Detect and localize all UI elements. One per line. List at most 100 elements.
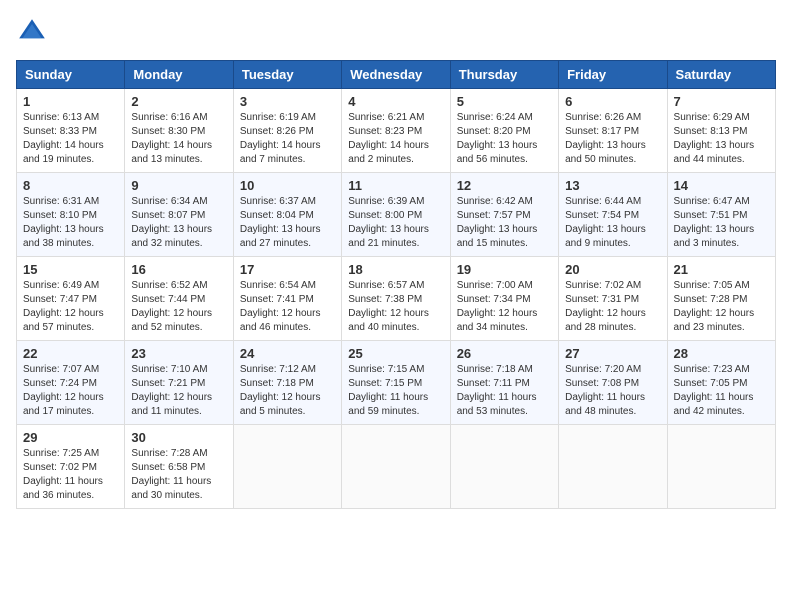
- calendar-cell: 4 Sunrise: 6:21 AM Sunset: 8:23 PM Dayli…: [342, 89, 450, 173]
- weekday-header: Saturday: [667, 61, 775, 89]
- day-info: Sunrise: 6:19 AM Sunset: 8:26 PM Dayligh…: [240, 111, 335, 167]
- calendar-week-row: 22 Sunrise: 7:07 AM Sunset: 7:24 PM Dayl…: [17, 341, 776, 425]
- weekday-header: Wednesday: [342, 61, 450, 89]
- day-info: Sunrise: 6:52 AM Sunset: 7:44 PM Dayligh…: [131, 279, 226, 335]
- day-number: 4: [348, 94, 443, 109]
- day-number: 7: [674, 94, 769, 109]
- day-number: 8: [23, 178, 118, 193]
- calendar-cell: [342, 425, 450, 509]
- day-number: 26: [457, 346, 552, 361]
- calendar-cell: 25 Sunrise: 7:15 AM Sunset: 7:15 PM Dayl…: [342, 341, 450, 425]
- day-number: 10: [240, 178, 335, 193]
- calendar-cell: 29 Sunrise: 7:25 AM Sunset: 7:02 PM Dayl…: [17, 425, 125, 509]
- day-number: 30: [131, 430, 226, 445]
- calendar-cell: 12 Sunrise: 6:42 AM Sunset: 7:57 PM Dayl…: [450, 173, 558, 257]
- calendar-cell: 5 Sunrise: 6:24 AM Sunset: 8:20 PM Dayli…: [450, 89, 558, 173]
- calendar-cell: 17 Sunrise: 6:54 AM Sunset: 7:41 PM Dayl…: [233, 257, 341, 341]
- day-number: 12: [457, 178, 552, 193]
- day-number: 16: [131, 262, 226, 277]
- day-info: Sunrise: 6:49 AM Sunset: 7:47 PM Dayligh…: [23, 279, 118, 335]
- day-info: Sunrise: 6:13 AM Sunset: 8:33 PM Dayligh…: [23, 111, 118, 167]
- calendar-cell: 11 Sunrise: 6:39 AM Sunset: 8:00 PM Dayl…: [342, 173, 450, 257]
- day-info: Sunrise: 7:07 AM Sunset: 7:24 PM Dayligh…: [23, 363, 118, 419]
- calendar-cell: 1 Sunrise: 6:13 AM Sunset: 8:33 PM Dayli…: [17, 89, 125, 173]
- calendar-cell: 9 Sunrise: 6:34 AM Sunset: 8:07 PM Dayli…: [125, 173, 233, 257]
- calendar-week-row: 1 Sunrise: 6:13 AM Sunset: 8:33 PM Dayli…: [17, 89, 776, 173]
- day-info: Sunrise: 6:39 AM Sunset: 8:00 PM Dayligh…: [348, 195, 443, 251]
- calendar-cell: 6 Sunrise: 6:26 AM Sunset: 8:17 PM Dayli…: [559, 89, 667, 173]
- day-number: 24: [240, 346, 335, 361]
- day-number: 21: [674, 262, 769, 277]
- day-number: 18: [348, 262, 443, 277]
- day-number: 20: [565, 262, 660, 277]
- day-number: 22: [23, 346, 118, 361]
- day-info: Sunrise: 7:28 AM Sunset: 6:58 PM Dayligh…: [131, 447, 226, 503]
- calendar-cell: 8 Sunrise: 6:31 AM Sunset: 8:10 PM Dayli…: [17, 173, 125, 257]
- day-info: Sunrise: 6:37 AM Sunset: 8:04 PM Dayligh…: [240, 195, 335, 251]
- day-number: 17: [240, 262, 335, 277]
- day-number: 25: [348, 346, 443, 361]
- calendar-cell: 18 Sunrise: 6:57 AM Sunset: 7:38 PM Dayl…: [342, 257, 450, 341]
- calendar-week-row: 29 Sunrise: 7:25 AM Sunset: 7:02 PM Dayl…: [17, 425, 776, 509]
- weekday-header: Sunday: [17, 61, 125, 89]
- calendar-cell: 24 Sunrise: 7:12 AM Sunset: 7:18 PM Dayl…: [233, 341, 341, 425]
- logo-icon: [16, 16, 48, 48]
- day-number: 5: [457, 94, 552, 109]
- calendar-cell: 26 Sunrise: 7:18 AM Sunset: 7:11 PM Dayl…: [450, 341, 558, 425]
- day-info: Sunrise: 7:18 AM Sunset: 7:11 PM Dayligh…: [457, 363, 552, 419]
- day-info: Sunrise: 7:20 AM Sunset: 7:08 PM Dayligh…: [565, 363, 660, 419]
- day-info: Sunrise: 7:02 AM Sunset: 7:31 PM Dayligh…: [565, 279, 660, 335]
- day-number: 1: [23, 94, 118, 109]
- calendar-cell: [667, 425, 775, 509]
- day-info: Sunrise: 7:12 AM Sunset: 7:18 PM Dayligh…: [240, 363, 335, 419]
- weekday-header: Monday: [125, 61, 233, 89]
- calendar-cell: [233, 425, 341, 509]
- day-info: Sunrise: 6:44 AM Sunset: 7:54 PM Dayligh…: [565, 195, 660, 251]
- day-info: Sunrise: 7:15 AM Sunset: 7:15 PM Dayligh…: [348, 363, 443, 419]
- day-info: Sunrise: 7:23 AM Sunset: 7:05 PM Dayligh…: [674, 363, 769, 419]
- day-info: Sunrise: 7:05 AM Sunset: 7:28 PM Dayligh…: [674, 279, 769, 335]
- day-number: 2: [131, 94, 226, 109]
- day-number: 23: [131, 346, 226, 361]
- day-info: Sunrise: 6:16 AM Sunset: 8:30 PM Dayligh…: [131, 111, 226, 167]
- weekday-header: Thursday: [450, 61, 558, 89]
- day-info: Sunrise: 6:47 AM Sunset: 7:51 PM Dayligh…: [674, 195, 769, 251]
- calendar-cell: 28 Sunrise: 7:23 AM Sunset: 7:05 PM Dayl…: [667, 341, 775, 425]
- calendar-cell: 21 Sunrise: 7:05 AM Sunset: 7:28 PM Dayl…: [667, 257, 775, 341]
- calendar-cell: 27 Sunrise: 7:20 AM Sunset: 7:08 PM Dayl…: [559, 341, 667, 425]
- weekday-header: Tuesday: [233, 61, 341, 89]
- day-number: 15: [23, 262, 118, 277]
- calendar-cell: 23 Sunrise: 7:10 AM Sunset: 7:21 PM Dayl…: [125, 341, 233, 425]
- day-info: Sunrise: 6:26 AM Sunset: 8:17 PM Dayligh…: [565, 111, 660, 167]
- calendar-cell: 15 Sunrise: 6:49 AM Sunset: 7:47 PM Dayl…: [17, 257, 125, 341]
- day-info: Sunrise: 6:34 AM Sunset: 8:07 PM Dayligh…: [131, 195, 226, 251]
- calendar-cell: 14 Sunrise: 6:47 AM Sunset: 7:51 PM Dayl…: [667, 173, 775, 257]
- calendar-cell: 7 Sunrise: 6:29 AM Sunset: 8:13 PM Dayli…: [667, 89, 775, 173]
- day-number: 27: [565, 346, 660, 361]
- day-number: 28: [674, 346, 769, 361]
- calendar-cell: 13 Sunrise: 6:44 AM Sunset: 7:54 PM Dayl…: [559, 173, 667, 257]
- day-number: 19: [457, 262, 552, 277]
- day-info: Sunrise: 7:25 AM Sunset: 7:02 PM Dayligh…: [23, 447, 118, 503]
- day-info: Sunrise: 6:42 AM Sunset: 7:57 PM Dayligh…: [457, 195, 552, 251]
- day-info: Sunrise: 7:10 AM Sunset: 7:21 PM Dayligh…: [131, 363, 226, 419]
- day-number: 14: [674, 178, 769, 193]
- day-number: 3: [240, 94, 335, 109]
- page-header: [16, 16, 776, 48]
- day-number: 6: [565, 94, 660, 109]
- calendar-cell: 20 Sunrise: 7:02 AM Sunset: 7:31 PM Dayl…: [559, 257, 667, 341]
- calendar-cell: 16 Sunrise: 6:52 AM Sunset: 7:44 PM Dayl…: [125, 257, 233, 341]
- calendar-cell: 10 Sunrise: 6:37 AM Sunset: 8:04 PM Dayl…: [233, 173, 341, 257]
- day-number: 13: [565, 178, 660, 193]
- day-number: 29: [23, 430, 118, 445]
- calendar-week-row: 15 Sunrise: 6:49 AM Sunset: 7:47 PM Dayl…: [17, 257, 776, 341]
- day-number: 11: [348, 178, 443, 193]
- calendar-cell: 30 Sunrise: 7:28 AM Sunset: 6:58 PM Dayl…: [125, 425, 233, 509]
- day-number: 9: [131, 178, 226, 193]
- calendar-header-row: SundayMondayTuesdayWednesdayThursdayFrid…: [17, 61, 776, 89]
- day-info: Sunrise: 6:57 AM Sunset: 7:38 PM Dayligh…: [348, 279, 443, 335]
- calendar-cell: 19 Sunrise: 7:00 AM Sunset: 7:34 PM Dayl…: [450, 257, 558, 341]
- day-info: Sunrise: 6:29 AM Sunset: 8:13 PM Dayligh…: [674, 111, 769, 167]
- calendar-cell: 2 Sunrise: 6:16 AM Sunset: 8:30 PM Dayli…: [125, 89, 233, 173]
- calendar-table: SundayMondayTuesdayWednesdayThursdayFrid…: [16, 60, 776, 509]
